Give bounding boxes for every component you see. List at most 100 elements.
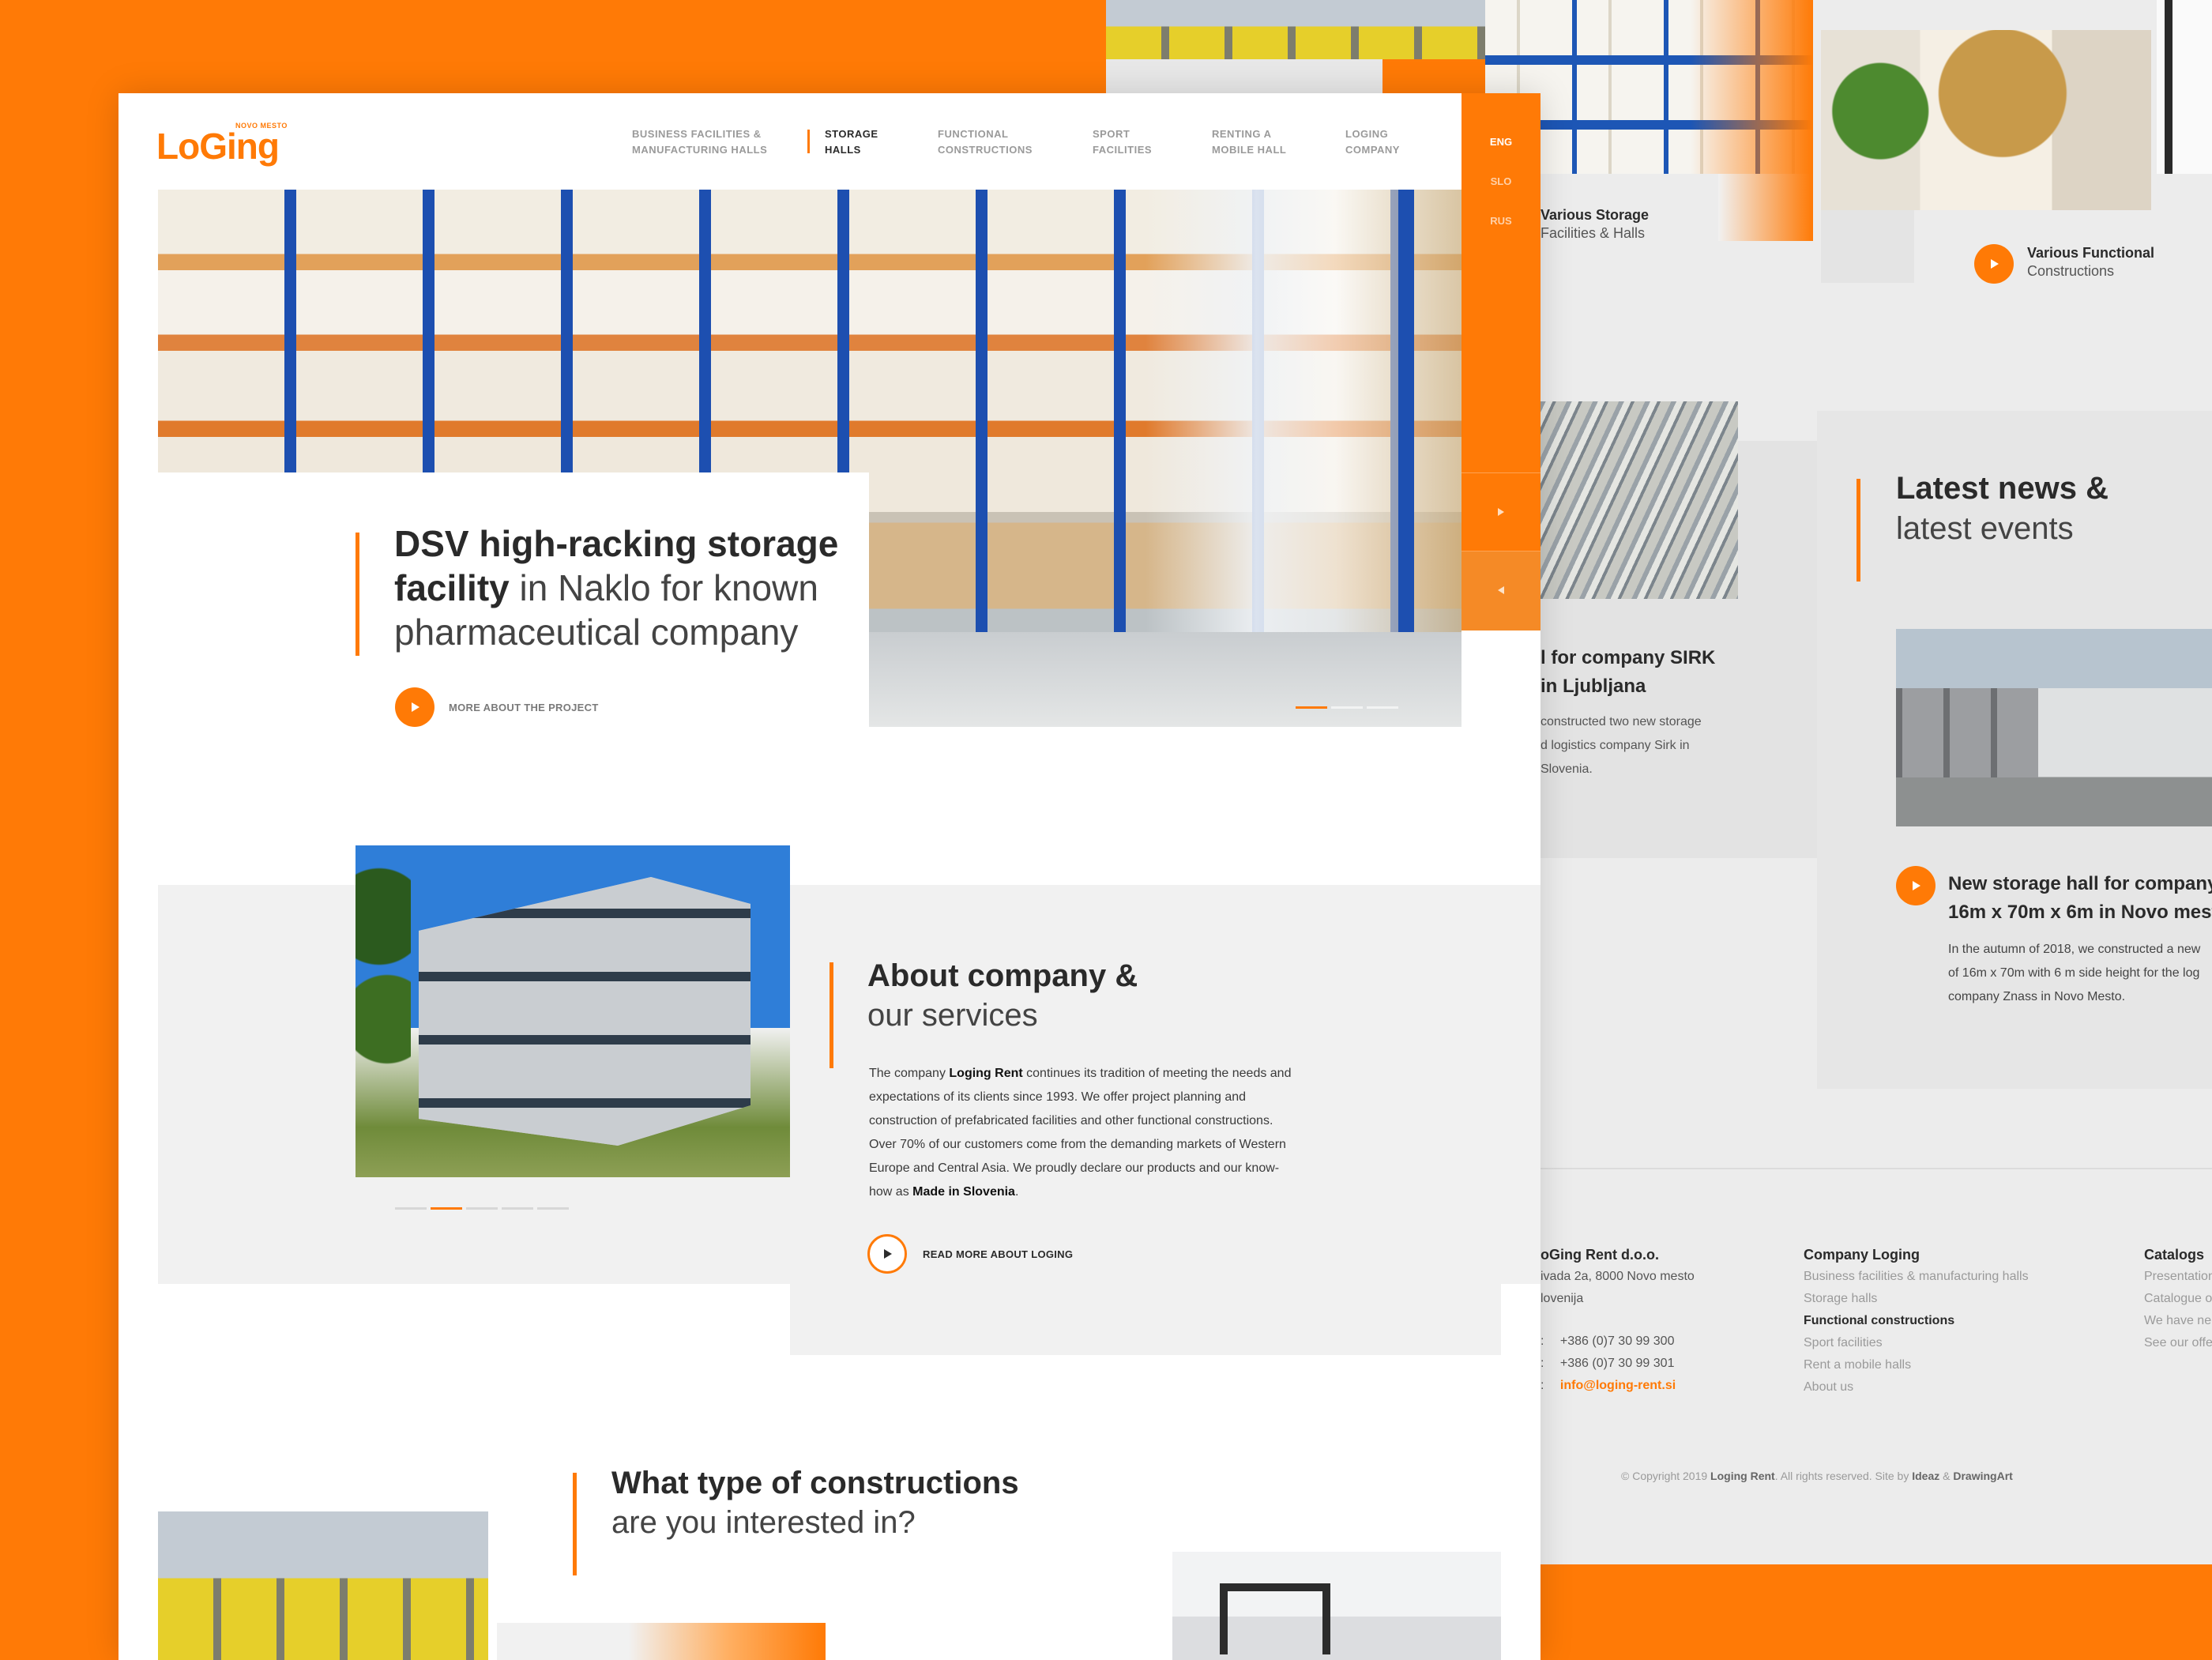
lang-rus[interactable]: RUS: [1462, 215, 1540, 227]
lang-eng[interactable]: ENG: [1462, 136, 1540, 148]
news-item-2-title-2: 16m x 70m x 6m in Novo mest: [1948, 902, 2212, 923]
yellow-building-photo-top: [1106, 0, 1485, 59]
footer-link-functional[interactable]: Functional constructions: [1804, 1310, 2064, 1332]
footer-address-1: ivada 2a, 8000 Novo mesto: [1540, 1270, 1695, 1283]
hero-heading-bar: [356, 533, 359, 656]
mall-photo-right: [2157, 0, 2212, 174]
footer-copyright: © Copyright 2019 Loging Rent. All rights…: [1621, 1470, 2174, 1482]
news-item-2-text-2: of 16m x 70m with 6 m side height for th…: [1948, 966, 2200, 980]
photo-caption-strip: [1106, 59, 1382, 93]
news-heading: Latest news & latest events: [1896, 468, 2212, 548]
news-item-2-text-1: In the autumn of 2018, we constructed a …: [1948, 943, 2201, 956]
nav-business-line1: BUSINESS FACILITIES &: [632, 128, 762, 140]
footer-email-row: : info@loging-rent.si: [1540, 1375, 1778, 1397]
news-heading-bar: [1856, 479, 1860, 582]
hero-dot-2[interactable]: [1331, 706, 1363, 709]
about-title-light: our services: [867, 998, 1038, 1033]
nav-active-indicator: [807, 130, 810, 153]
news-item-2-photo[interactable]: [1896, 629, 2212, 826]
footer-phone-1-prefix: :: [1540, 1334, 1544, 1348]
footer-link-mobile[interactable]: Rent a mobile halls: [1804, 1354, 2064, 1376]
about-text-2: continues its tradition of meeting the n…: [869, 1067, 1292, 1199]
news-item-1-photo[interactable]: [1540, 401, 1738, 599]
about-play-icon[interactable]: [867, 1234, 907, 1274]
hero-dot-3[interactable]: [1367, 706, 1398, 709]
about-dot-2[interactable]: [431, 1207, 462, 1210]
footer-company-links: Company Loging Business facilities & man…: [1804, 1244, 2064, 1398]
chevron-left-icon: [1498, 586, 1504, 594]
about-dot-5[interactable]: [537, 1207, 569, 1210]
news-item-2-play-icon[interactable]: [1896, 866, 1936, 905]
about-slider-dots[interactable]: [395, 1199, 573, 1214]
card-storage-subtitle: Facilities & Halls: [1540, 225, 1646, 241]
card-functional-play-icon[interactable]: [1974, 244, 2014, 284]
nav-functional-constructions[interactable]: FUNCTIONAL CONSTRUCTIONS: [938, 126, 1096, 158]
background-footer-band: [1540, 1564, 2212, 1660]
hero-title: DSV high-racking storage facility in Nak…: [394, 521, 884, 654]
about-text-3: .: [1014, 1185, 1019, 1199]
footer-company: oGing Rent d.o.o. ivada 2a, 8000 Novo me…: [1540, 1244, 1778, 1397]
nav-functional-line1: FUNCTIONAL: [938, 128, 1009, 140]
card-gradient: [1718, 174, 1813, 241]
about-dot-1[interactable]: [395, 1207, 427, 1210]
news-item-1-title-1: l for company SIRK: [1540, 647, 1716, 668]
copyright-text-1: © Copyright 2019: [1621, 1470, 1711, 1482]
hero-title-line-1: DSV high-racking storage: [394, 523, 839, 564]
footer-link-business[interactable]: Business facilities & manufacturing hall…: [1804, 1266, 2064, 1288]
copyright-amp: &: [1939, 1470, 1954, 1482]
slider-next-button[interactable]: [1462, 472, 1540, 551]
copyright-text-2: . All rights reserved. Site by: [1774, 1470, 1913, 1482]
footer-catalogs: Catalogs Presentation Catalogue o We hav…: [2144, 1244, 2212, 1354]
front-page: NOVO MESTO LoGing BUSINESS FACILITIES & …: [118, 93, 1540, 1660]
about-brand: Loging Rent: [949, 1067, 1023, 1080]
news-item-1[interactable]: l for company SIRK in Ljubljana construc…: [1540, 644, 1809, 781]
footer-catalog-3[interactable]: We have ne: [2144, 1310, 2212, 1332]
about-paragraph: The company Loging Rent continues its tr…: [869, 1062, 1296, 1204]
chevron-right-icon: [1498, 508, 1504, 516]
types-heading-bar: [573, 1473, 577, 1575]
copyright-brand: Loging Rent: [1710, 1470, 1775, 1482]
card-functional-subtitle: Constructions: [2027, 263, 2115, 279]
hero-play-icon[interactable]: [395, 687, 434, 727]
type-storage-photo[interactable]: [497, 1623, 826, 1660]
hero-dot-1[interactable]: [1296, 706, 1327, 709]
card-functional[interactable]: Various Functional Constructions: [2027, 245, 2209, 280]
about-dot-3[interactable]: [466, 1207, 498, 1210]
news-title-bold: Latest news &: [1896, 471, 2109, 506]
logo[interactable]: NOVO MESTO LoGing: [156, 120, 287, 168]
footer-catalogs-title: Catalogs: [2144, 1247, 2205, 1263]
footer-link-about[interactable]: About us: [1804, 1376, 2064, 1398]
hero-slider-dots[interactable]: [1296, 698, 1402, 713]
credit-ideaz-link[interactable]: Ideaz: [1912, 1470, 1939, 1482]
footer-phone-2: : +386 (0)7 30 99 301: [1540, 1353, 1778, 1375]
lang-slo[interactable]: SLO: [1462, 175, 1540, 187]
about-cta-label[interactable]: READ MORE ABOUT LOGING: [923, 1248, 1073, 1260]
hero-title-line-3: pharmaceutical company: [394, 612, 799, 653]
card-storage[interactable]: Various Storage Facilities & Halls: [1540, 207, 1714, 242]
footer-catalog-2[interactable]: Catalogue o: [2144, 1288, 2212, 1310]
footer-email-link[interactable]: info@loging-rent.si: [1560, 1379, 1676, 1392]
footer-link-storage[interactable]: Storage halls: [1804, 1288, 2064, 1310]
hero-cta-label[interactable]: MORE ABOUT THE PROJECT: [449, 702, 599, 713]
about-heading-bar: [830, 962, 833, 1068]
footer-divider: [1540, 1168, 2212, 1169]
footer-link-sport[interactable]: Sport facilities: [1804, 1332, 2064, 1354]
slider-prev-button[interactable]: [1462, 551, 1540, 630]
about-section-extension: [790, 1284, 1501, 1355]
news-item-2[interactable]: New storage hall for company 16m x 70m x…: [1948, 870, 2212, 1009]
credit-drawingart-link[interactable]: DrawingArt: [1953, 1470, 2012, 1482]
footer-phone-2-prefix: :: [1540, 1357, 1544, 1370]
footer-catalog-4[interactable]: See our offe: [2144, 1332, 2212, 1354]
hero-title-line-2-bold: facility: [394, 567, 510, 608]
news-item-1-text-2: d logistics company Sirk in: [1540, 739, 1690, 752]
about-title-bold: About company &: [867, 958, 1138, 993]
nav-business-facilities[interactable]: BUSINESS FACILITIES & MANUFACTURING HALL…: [632, 126, 790, 158]
about-dot-4[interactable]: [502, 1207, 533, 1210]
footer-email-prefix: :: [1540, 1379, 1544, 1392]
functional-constructions-photo[interactable]: [1821, 30, 2151, 210]
type-sport-photo[interactable]: [1172, 1552, 1501, 1660]
footer-catalog-1[interactable]: Presentation: [2144, 1266, 2212, 1288]
card-functional-title: Various Functional: [2027, 245, 2155, 261]
type-business-photo[interactable]: [158, 1511, 488, 1660]
types-title-bold: What type of constructions: [611, 1466, 1019, 1500]
